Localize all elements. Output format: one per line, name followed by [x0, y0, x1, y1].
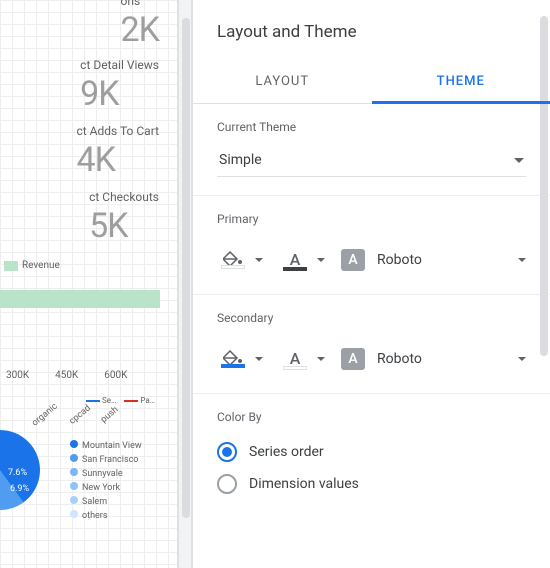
- panel-title: Layout and Theme: [193, 0, 550, 60]
- axis-label: organic: [30, 402, 59, 429]
- primary-text-color-button[interactable]: A: [279, 244, 311, 276]
- color-swatch-underline: [221, 364, 245, 368]
- section-secondary-style: Secondary A: [193, 295, 550, 394]
- section-label: Primary: [217, 212, 526, 226]
- theme-dropdown[interactable]: Simple: [217, 146, 526, 177]
- primary-text-color-caret[interactable]: [317, 258, 325, 262]
- metric-label: ct Adds To Cart: [76, 124, 159, 138]
- metric-label: ons: [121, 0, 159, 8]
- legend-swatch: [4, 261, 18, 271]
- canvas-scrollbar-track[interactable]: [178, 0, 192, 568]
- canvas-scrollbar-thumb[interactable]: [182, 18, 190, 518]
- primary-font-dropdown[interactable]: Roboto: [377, 252, 512, 268]
- radio-series-order[interactable]: Series order: [217, 436, 526, 468]
- pie-slice-label: 6.9%: [10, 484, 29, 494]
- legend-item: Sunnyvale: [70, 468, 142, 479]
- tab-layout[interactable]: LAYOUT: [193, 60, 372, 103]
- section-primary-style: Primary A: [193, 196, 550, 295]
- chevron-down-icon: [514, 158, 524, 163]
- primary-fill-color-button[interactable]: [217, 244, 249, 276]
- section-label: Color By: [217, 410, 526, 424]
- section-current-theme: Current Theme Simple: [193, 104, 550, 196]
- primary-fill-color-caret[interactable]: [255, 258, 263, 262]
- line-chart-legend: Se… Pa…: [86, 396, 155, 405]
- pie-chart: 7.6% 6.9%: [0, 430, 40, 510]
- scorecard-metric: ons 2K: [121, 0, 159, 50]
- color-swatch-underline: [283, 366, 307, 370]
- legend-item: San Francisco: [70, 454, 142, 465]
- properties-panel: Layout and Theme LAYOUT THEME Current Th…: [192, 0, 550, 568]
- radio-dimension-values[interactable]: Dimension values: [217, 468, 526, 500]
- legend-revenue: Revenue: [4, 260, 60, 271]
- axis-tick: 600K: [104, 370, 127, 381]
- font-icon: A: [341, 249, 365, 271]
- secondary-text-color-caret[interactable]: [317, 357, 325, 361]
- legend-item: New York: [70, 482, 142, 493]
- panel-tabs: LAYOUT THEME: [193, 60, 550, 104]
- theme-dropdown-value: Simple: [219, 152, 262, 168]
- secondary-text-color-button[interactable]: A: [279, 343, 311, 375]
- section-label: Current Theme: [217, 120, 526, 134]
- tab-theme[interactable]: THEME: [372, 60, 550, 103]
- radio-indicator: [217, 442, 237, 462]
- section-color-by: Color By Series order Dimension values: [193, 394, 550, 518]
- axis-label: push: [99, 405, 120, 425]
- pie-slice-label: 7.6%: [8, 468, 27, 478]
- scorecard-metric: ct Checkouts 5K: [89, 190, 159, 246]
- metric-value: 9K: [80, 74, 159, 114]
- axis-label: cpcad: [68, 403, 93, 426]
- secondary-font-caret[interactable]: [518, 357, 526, 361]
- radio-label: Series order: [249, 444, 324, 460]
- report-canvas-preview: ons 2K ct Detail Views 9K ct Adds To Car…: [0, 0, 178, 568]
- secondary-fill-color-caret[interactable]: [255, 357, 263, 361]
- legend-item: Mountain View: [70, 440, 142, 451]
- axis-tick: 300K: [6, 370, 29, 381]
- pie-chart-legend: Mountain View San Francisco Sunnyvale Ne…: [70, 440, 142, 524]
- radio-indicator: [217, 474, 237, 494]
- primary-font-caret[interactable]: [518, 258, 526, 262]
- metric-value: 2K: [121, 10, 159, 50]
- metric-label: ct Detail Views: [80, 58, 159, 72]
- font-icon: A: [341, 348, 365, 370]
- axis-ticks: 300K 450K 600K: [6, 370, 127, 381]
- metric-value: 5K: [89, 206, 159, 246]
- legend-item: Se…: [86, 396, 116, 405]
- metric-value: 4K: [76, 140, 159, 180]
- color-swatch-underline: [283, 267, 307, 271]
- radio-label: Dimension values: [249, 476, 359, 492]
- legend-item: Salem: [70, 496, 142, 507]
- legend-item: others: [70, 510, 142, 521]
- metric-label: ct Checkouts: [89, 190, 159, 204]
- bar-chart-bar: [0, 290, 160, 308]
- scorecard-metric: ct Detail Views 9K: [80, 58, 159, 114]
- legend-item: Pa…: [124, 396, 155, 405]
- color-swatch-underline: [221, 265, 245, 269]
- scorecard-metric: ct Adds To Cart 4K: [76, 124, 159, 180]
- secondary-fill-color-button[interactable]: [217, 343, 249, 375]
- secondary-font-dropdown[interactable]: Roboto: [377, 351, 512, 367]
- category-axis-labels: organic cpcad push: [30, 410, 120, 420]
- axis-tick: 450K: [55, 370, 78, 381]
- section-label: Secondary: [217, 311, 526, 325]
- legend-label: Revenue: [22, 260, 60, 271]
